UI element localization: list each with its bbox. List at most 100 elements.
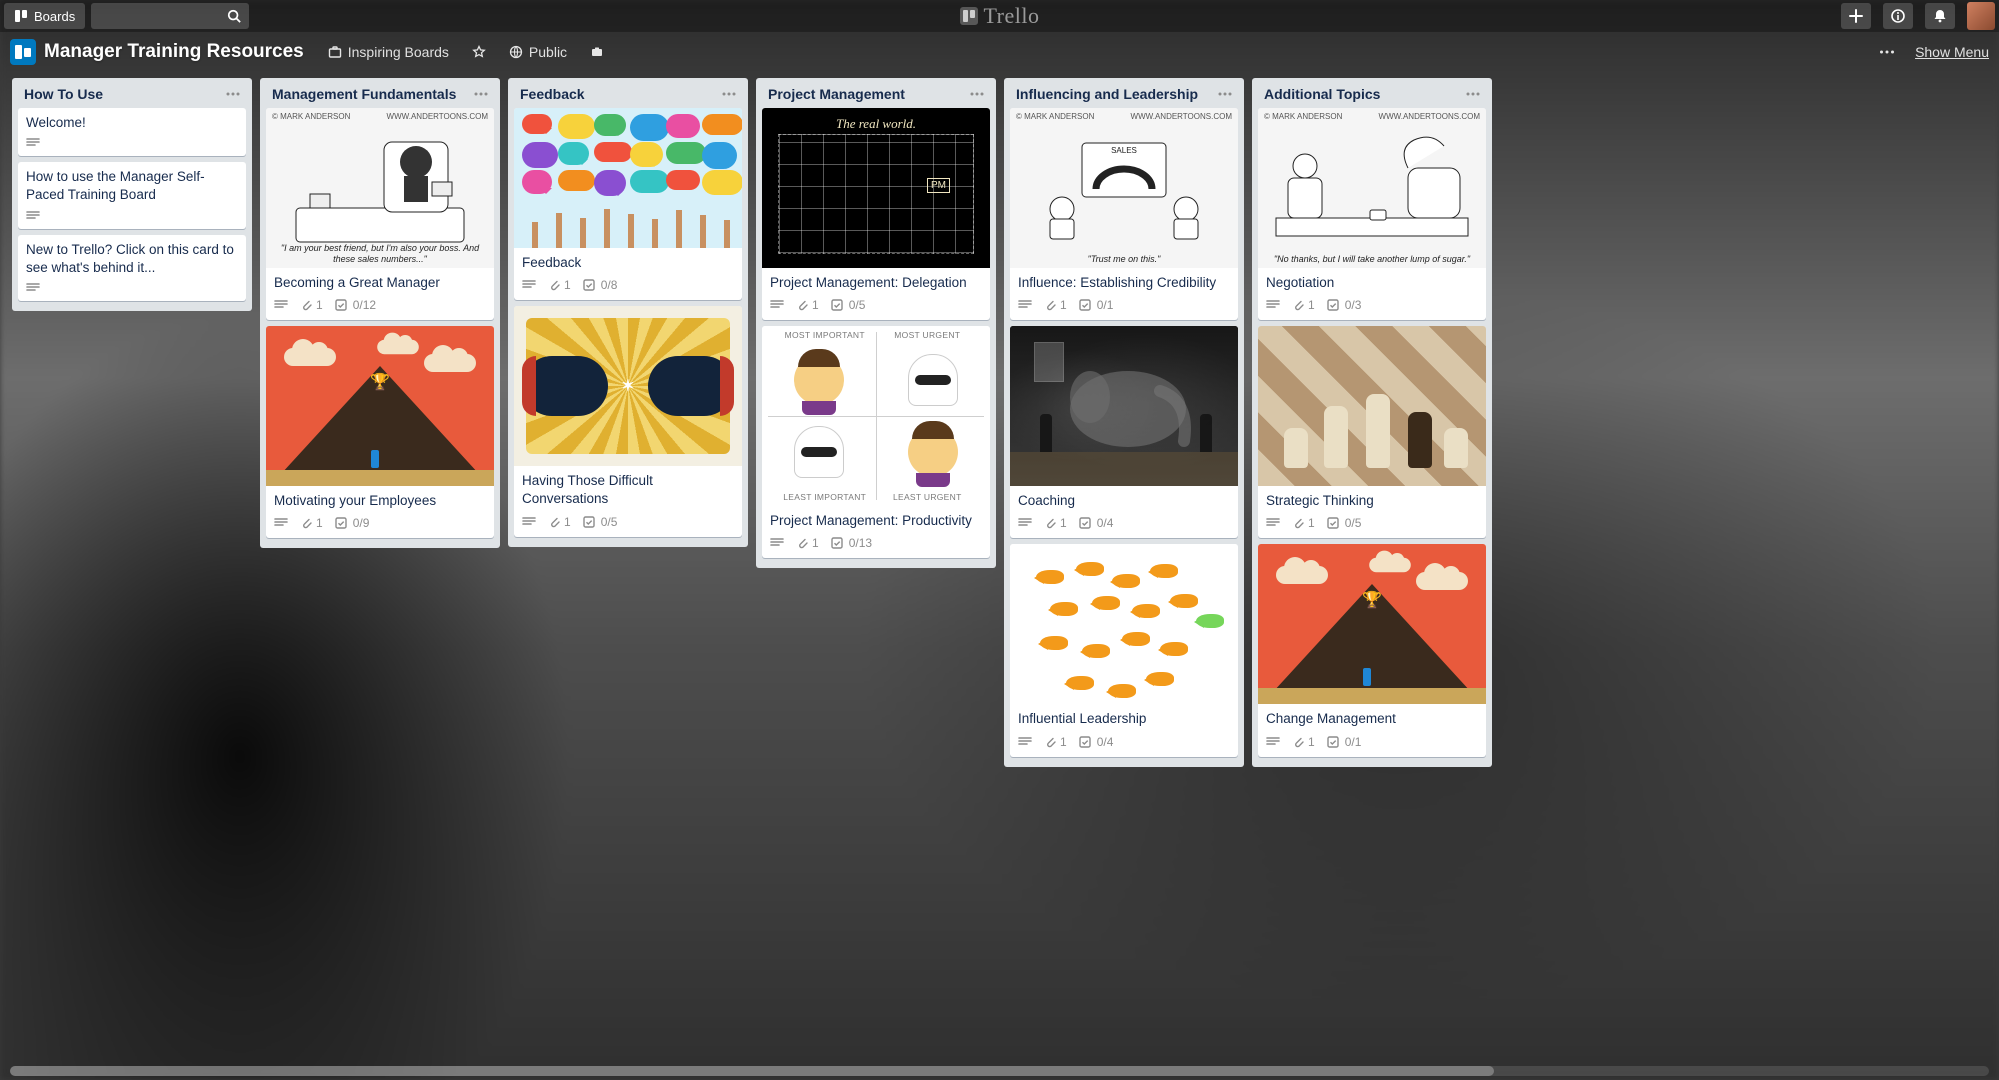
user-avatar[interactable] [1967,2,1995,30]
attachments-badge: 1 [1044,298,1067,312]
show-menu-link[interactable]: Show Menu [1915,44,1989,60]
checklist-badge: 0/5 [831,298,866,312]
boards-button-label: Boards [34,9,75,24]
list-title[interactable]: Additional Topics [1264,86,1380,102]
card-title: Influence: Establishing Credibility [1018,274,1230,292]
visibility-button[interactable]: Public [501,40,575,64]
plus-icon [1849,9,1863,23]
checklist-badge: 0/4 [1079,735,1114,749]
search-input[interactable] [91,3,249,29]
card-title: New to Trello? Click on this card to see… [26,241,238,277]
card-cover: © MARK ANDERSONWWW.ANDERTOONS.COM SALES … [1010,108,1238,268]
card[interactable]: How to use the Manager Self-Paced Traini… [18,162,246,228]
bell-icon [1933,9,1947,23]
attachments-badge: 1 [300,516,323,530]
card[interactable]: © MARK ANDERSONWWW.ANDERTOONS.COM SALES … [1010,108,1238,320]
description-icon [522,517,536,527]
list-title[interactable]: How To Use [24,86,103,102]
checklist-badge: 0/9 [335,516,370,530]
card-title: Project Management: Delegation [770,274,982,292]
notifications-button[interactable] [1925,3,1955,29]
card-title: Becoming a Great Manager [274,274,486,292]
attachments-badge: 1 [1292,516,1315,530]
card[interactable]: © MARK ANDERSONWWW.ANDERTOONS.COM "No th… [1258,108,1486,320]
description-icon [274,300,288,310]
card-cover [1258,326,1486,486]
card-title: Feedback [522,254,734,272]
list-title[interactable]: Project Management [768,86,905,102]
attachments-badge: 1 [1044,735,1067,749]
list-title[interactable]: Feedback [520,86,585,102]
board-org-label: Inspiring Boards [348,44,449,60]
card[interactable]: Welcome! [18,108,246,156]
card-badges [26,138,238,148]
star-icon [472,45,486,59]
card[interactable]: Strategic Thinking10/5 [1258,326,1486,538]
card-badges: 1 0/4 [1018,735,1230,749]
menu-more-button[interactable] [1873,45,1901,59]
list-menu-button[interactable] [474,92,488,96]
card-badges: 10/1 [1018,298,1230,312]
list: How To Use Welcome! How to use the Manage… [12,78,252,311]
list-menu-button[interactable] [970,92,984,96]
card[interactable]: The real world. PM Project Management: D… [762,108,990,320]
info-button[interactable] [1883,3,1913,29]
card[interactable]: Coaching10/4 [1010,326,1238,538]
card-title: Project Management: Productivity [770,512,982,530]
card[interactable]: 🏆 Motivating your Employees 1 0/9 [266,326,494,538]
list-menu-button[interactable] [1218,92,1232,96]
card-title: Negotiation [1266,274,1478,292]
scrollbar-thumb[interactable] [10,1066,1494,1076]
calendar-button[interactable] [583,41,611,63]
description-icon [26,211,40,221]
card-title: Motivating your Employees [274,492,486,510]
attachments-badge: 1 [796,536,819,550]
card-badges: 10/5 [1266,516,1478,530]
list-menu-button[interactable] [226,92,240,96]
ellipsis-icon [1218,92,1232,96]
boards-button[interactable]: Boards [4,3,85,29]
card-badges: 1 0/4 [1018,516,1230,530]
board-logo-icon [10,39,36,65]
description-icon [1018,737,1032,747]
attachments-badge: 1 [1292,735,1315,749]
ellipsis-icon [1879,49,1895,55]
list-menu-button[interactable] [1466,92,1480,96]
card-title: Having Those Difficult Conversations [522,472,734,508]
card[interactable]: Influential Leadership10/4 [1010,544,1238,756]
board-org[interactable]: Inspiring Boards [320,40,457,64]
attachments-badge: 1 [1044,516,1067,530]
card[interactable]: MOST IMPORTANTMOST URGENT LEAST IMPORTAN… [762,326,990,558]
briefcase-small-icon [590,45,604,59]
app-logo[interactable]: Trello [960,3,1040,29]
card[interactable]: New to Trello? Click on this card to see… [18,235,246,301]
description-icon [1018,518,1032,528]
checklist-badge: 0/3 [1327,298,1362,312]
list-menu-button[interactable] [722,92,736,96]
card-cover [1010,326,1238,486]
card-cover: The real world. PM [762,108,990,268]
attachments-badge: 1 [300,298,323,312]
card-cover: 🏆 [1258,544,1486,704]
horizontal-scrollbar[interactable] [10,1066,1989,1076]
card[interactable]: 🏆 Change Management10/1 [1258,544,1486,756]
card[interactable]: Feedback10/8 [514,108,742,300]
global-header: Boards Trello [0,0,1999,32]
list-title[interactable]: Management Fundamentals [272,86,456,102]
card-cover: 🏆 [266,326,494,486]
checklist-badge: 0/13 [831,536,872,550]
checklist-badge: 0/4 [1079,516,1114,530]
description-icon [26,138,40,148]
card-badges: 10/12 [274,298,486,312]
visibility-label: Public [529,44,567,60]
create-button[interactable] [1841,3,1871,29]
star-button[interactable] [465,41,493,63]
ellipsis-icon [474,92,488,96]
list: Influencing and Leadership © MARK ANDERS… [1004,78,1244,767]
list-title[interactable]: Influencing and Leadership [1016,86,1198,102]
card[interactable]: ✶ Having Those Difficult Conversations10… [514,306,742,536]
board-canvas[interactable]: How To Use Welcome! How to use the Manage… [0,72,1999,1066]
card[interactable]: © MARK ANDERSONWWW.ANDERTOONS.COM "I am … [266,108,494,320]
board-name[interactable]: Manager Training Resources [44,41,304,63]
card-title: Welcome! [26,114,238,132]
